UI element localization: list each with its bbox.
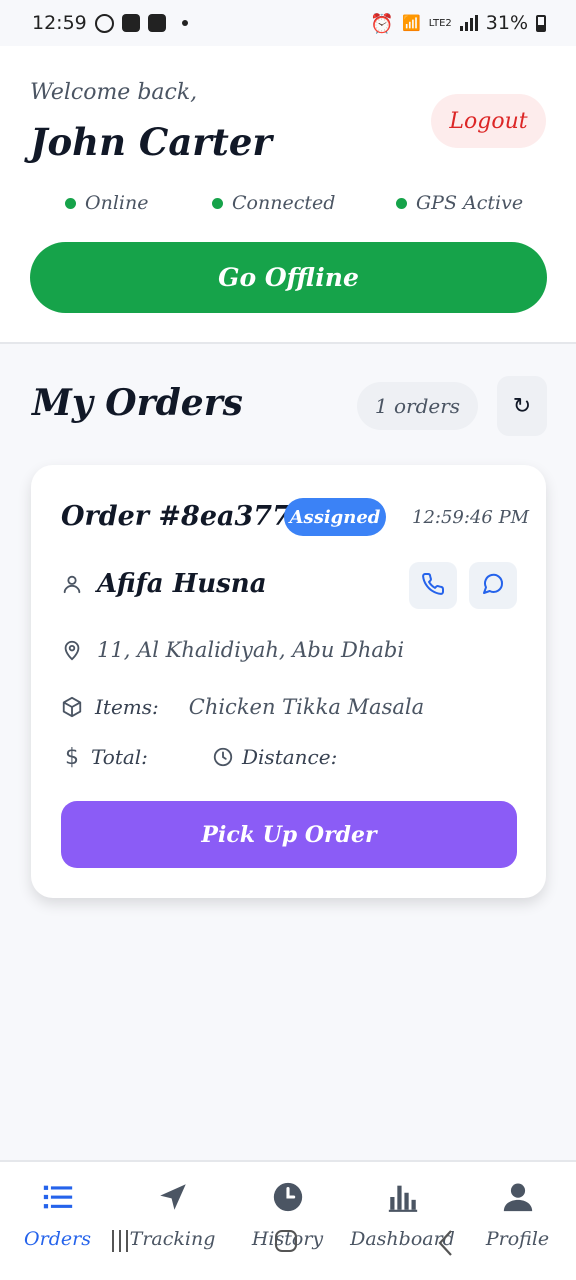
map-pin-icon: [61, 639, 83, 661]
logout-button[interactable]: Logout: [431, 94, 546, 148]
system-home-button[interactable]: [275, 1230, 297, 1252]
refresh-icon: ↻: [512, 393, 532, 418]
items-label: Items:: [95, 695, 159, 719]
list-icon: [41, 1180, 75, 1218]
status-gps: GPS Active: [396, 192, 523, 214]
order-card[interactable]: Order #8ea377 Assigned 12:59:46 PM Afifa…: [31, 465, 546, 898]
refresh-button[interactable]: ↻: [497, 376, 547, 436]
whatsapp-icon: [94, 13, 114, 33]
message-circle-icon: [481, 572, 505, 599]
back-chevron-icon: [438, 1230, 452, 1256]
alarm-icon: ⏰: [370, 12, 395, 35]
distance-label: Distance:: [242, 745, 338, 769]
system-recents-button[interactable]: [112, 1226, 136, 1256]
total-row: $ Total:: [61, 744, 148, 770]
status-gps-label: GPS Active: [416, 192, 524, 214]
clock-icon: [271, 1180, 305, 1218]
package-icon: [61, 696, 83, 718]
status-time: 12:59: [32, 12, 87, 34]
nav-profile-label: Profile: [485, 1228, 550, 1250]
customer-row: Afifa Husna: [61, 569, 267, 599]
go-offline-button[interactable]: Go Offline: [30, 242, 547, 313]
gps-dot-icon: [396, 197, 407, 209]
delivery-address: 11, Al Khalidiyah, Abu Dhabi: [97, 638, 405, 662]
more-notifications-dot: [181, 20, 188, 26]
welcome-text: Welcome back,: [30, 80, 198, 105]
bar-chart-icon: [386, 1180, 420, 1218]
nav-profile[interactable]: Profile: [460, 1180, 575, 1250]
status-connected-label: Connected: [232, 192, 336, 214]
pick-up-order-button[interactable]: Pick Up Order: [61, 801, 517, 868]
connection-status-row: Online Connected GPS Active: [0, 192, 576, 220]
order-time: 12:59:46 PM: [412, 507, 530, 528]
total-label: Total:: [91, 745, 148, 769]
nav-orders-label: Orders: [24, 1228, 91, 1250]
distance-row: Distance:: [212, 745, 337, 769]
driver-header: Welcome back, John Carter Logout Online …: [0, 46, 576, 344]
wifi-icon: 📶: [402, 14, 421, 32]
online-dot-icon: [65, 197, 76, 209]
address-row: 11, Al Khalidiyah, Abu Dhabi: [61, 638, 404, 662]
user-icon: [501, 1180, 535, 1218]
call-button[interactable]: [409, 562, 457, 609]
status-online: Online: [65, 192, 148, 214]
section-title: My Orders: [32, 382, 243, 424]
checkbox-notification-icon: [121, 14, 140, 32]
message-button[interactable]: [469, 562, 517, 609]
status-connected: Connected: [212, 192, 335, 214]
customer-name: Afifa Husna: [97, 569, 267, 599]
items-value: Chicken Tikka Masala: [188, 695, 425, 719]
phone-icon: [421, 572, 445, 599]
orders-count-badge: 1 orders: [357, 382, 478, 430]
status-bar: 12:59 ⏰ 📶 LTE2 31%: [0, 0, 576, 46]
status-online-label: Online: [85, 192, 149, 214]
battery-percent: 31%: [485, 12, 528, 34]
navigation-icon: [156, 1180, 190, 1218]
signal-icon: [459, 15, 478, 31]
dollar-icon: $: [65, 744, 79, 770]
nav-orders[interactable]: Orders: [0, 1180, 115, 1250]
network-type: LTE2: [428, 17, 452, 29]
user-name: John Carter: [30, 120, 272, 164]
order-status-badge: Assigned: [284, 498, 386, 536]
nav-tracking-label: Tracking: [129, 1228, 216, 1250]
battery-icon: [536, 14, 546, 32]
user-icon: [61, 573, 83, 595]
connected-dot-icon: [212, 197, 223, 209]
order-id: Order #8ea377: [61, 501, 291, 532]
shopping-bag-icon: [147, 14, 166, 32]
clock-icon: [212, 746, 234, 768]
bottom-navigation: Orders Tracking History Dashboard Profil…: [0, 1160, 576, 1280]
items-row: Items: Chicken Tikka Masala: [61, 695, 424, 719]
system-back-button[interactable]: [436, 1228, 456, 1258]
